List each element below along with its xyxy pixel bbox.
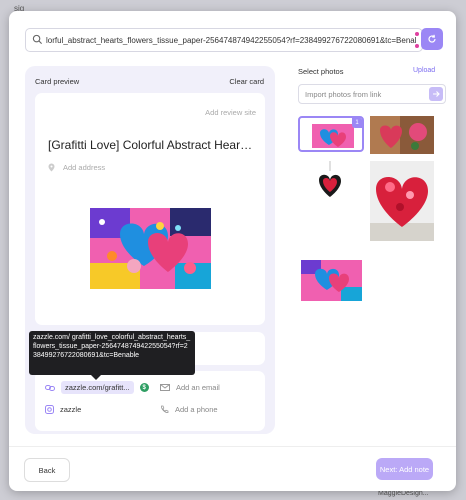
address-placeholder: Add address: [63, 163, 106, 172]
cursor-handle-icon: [415, 44, 419, 48]
upload-link[interactable]: Upload: [413, 67, 435, 74]
location-pin-icon: [48, 163, 55, 172]
photo-thumbnail[interactable]: [314, 161, 346, 203]
phone-placeholder: Add a phone: [175, 405, 218, 414]
link-icon: [45, 384, 55, 391]
photo-image: [314, 161, 346, 203]
card-preview-title: Card preview: [35, 77, 80, 86]
add-review-site-link[interactable]: Add review site: [205, 108, 256, 117]
import-submit-button[interactable]: [429, 87, 443, 101]
preview-card: Add review site [Grafitti Love] Colorful…: [35, 93, 265, 325]
background-text: MaggieDesign...: [378, 490, 429, 497]
selected-badge: 1: [352, 118, 362, 128]
card-preview-panel: Card preview Clear card Add review site …: [25, 66, 275, 434]
refresh-button[interactable]: [421, 28, 443, 50]
phone-row[interactable]: Add a phone: [160, 405, 218, 414]
footer-divider: [9, 446, 456, 447]
url-search-bar[interactable]: [25, 28, 423, 52]
contact-card: zazzle.com/grafitt... $ Add an email zaz…: [35, 371, 265, 431]
dollar-icon: $: [139, 383, 149, 392]
address-field[interactable]: Add address: [48, 163, 105, 172]
back-button[interactable]: Back: [24, 458, 70, 482]
search-icon: [32, 34, 43, 45]
add-card-modal: Card preview Clear card Add review site …: [9, 11, 456, 491]
photo-thumbnail-selected[interactable]: 1: [298, 116, 364, 152]
photo-image: [301, 260, 362, 301]
photo-thumbnail[interactable]: [370, 161, 434, 241]
photo-image: [370, 161, 434, 241]
social-row: zazzle: [45, 405, 81, 414]
refresh-icon: [428, 34, 436, 43]
instagram-icon: [45, 405, 54, 414]
cursor-handle-icon: [415, 32, 419, 36]
photo-image: [370, 116, 434, 154]
social-handle[interactable]: zazzle: [60, 405, 81, 414]
photo-thumbnail[interactable]: [370, 116, 434, 154]
email-icon: [160, 384, 170, 391]
card-title[interactable]: [Grafitti Love] Colorful Abstract Hearts…: [48, 138, 254, 152]
product-image: [90, 208, 211, 289]
url-tooltip: zazzle.com/ grafitti_love_colorful_abstr…: [29, 331, 195, 380]
email-row[interactable]: Add an email: [160, 383, 220, 392]
arrow-right-icon: [433, 91, 440, 97]
website-row: zazzle.com/grafitt... $: [45, 381, 149, 394]
email-placeholder: Add an email: [176, 383, 220, 392]
clear-card-button[interactable]: Clear card: [229, 77, 264, 86]
select-photos-title: Select photos: [298, 67, 344, 76]
website-link[interactable]: zazzle.com/grafitt...: [61, 381, 134, 394]
import-photos-input[interactable]: [305, 87, 415, 101]
phone-icon: [161, 405, 169, 413]
import-photos-field: [298, 84, 446, 104]
photo-thumbnail[interactable]: [301, 260, 362, 301]
next-add-note-button[interactable]: Next: Add note: [376, 458, 433, 480]
url-input[interactable]: [46, 32, 416, 48]
